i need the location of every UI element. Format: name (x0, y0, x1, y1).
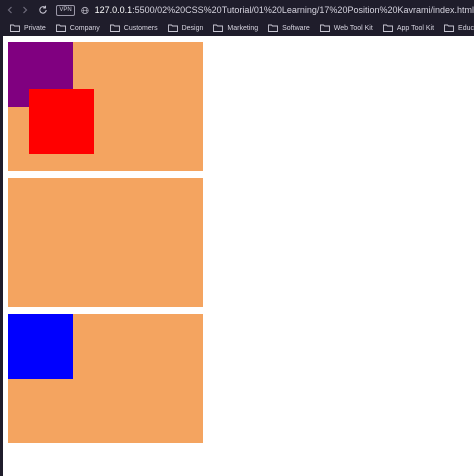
back-button[interactable] (4, 2, 15, 18)
chevron-right-icon (23, 6, 28, 14)
address-bar[interactable]: 127.0.0.1:5500/02%20CSS%20Tutorial/01%20… (95, 5, 474, 15)
bookmark-marketing[interactable]: Marketing (213, 24, 258, 32)
blue-square (8, 314, 73, 379)
bookmark-private[interactable]: Private (10, 24, 46, 32)
bookmark-software[interactable]: Software (268, 24, 310, 32)
page-content (0, 36, 474, 476)
bookmark-web-tool-kit[interactable]: Web Tool Kit (319, 24, 373, 32)
box-one (8, 42, 203, 171)
folder-icon (55, 24, 66, 32)
bookmarks-bar: Private Company Customers Design Marketing So… (0, 20, 474, 36)
box-two (8, 178, 203, 307)
reload-button[interactable] (37, 2, 48, 18)
red-square (29, 89, 94, 154)
folder-icon (167, 24, 178, 32)
url-host: 127.0.0.1 (94, 5, 133, 15)
bookmark-customers[interactable]: Customers (109, 24, 158, 32)
bookmark-company[interactable]: Company (55, 24, 100, 32)
vpn-badge[interactable]: VPN (56, 4, 75, 16)
globe-icon (81, 6, 89, 14)
bookmark-label: Company (69, 24, 100, 32)
reload-icon (38, 5, 47, 14)
bookmark-design[interactable]: Design (167, 24, 204, 32)
bookmark-label: App Tool Kit (396, 24, 435, 32)
folder-icon (213, 24, 224, 32)
folder-icon (109, 24, 120, 32)
chevron-left-icon (7, 6, 12, 14)
forward-button[interactable] (19, 2, 30, 18)
folder-icon (10, 24, 20, 32)
folder-icon (444, 24, 454, 32)
bookmark-app-tool-kit[interactable]: App Tool Kit (382, 24, 435, 32)
bookmark-label: Web Tool Kit (333, 24, 373, 32)
url-path: :5500/02%20CSS%20Tutorial/01%20Learning/… (132, 5, 474, 15)
bookmark-label: Software (282, 24, 310, 32)
bookmark-label: Marketing (227, 24, 259, 32)
box-three (8, 314, 203, 443)
bookmark-label: Customers (123, 24, 158, 32)
bookmark-education[interactable]: Education (444, 24, 474, 32)
folder-icon (382, 24, 393, 32)
bookmark-label: Private (24, 24, 46, 32)
folder-icon (319, 24, 330, 32)
folder-icon (268, 24, 279, 32)
bookmark-label: Education (458, 24, 474, 32)
browser-chrome: VPN 127.0.0.1:5500/02%20CSS%20Tutorial/0… (0, 0, 474, 36)
browser-toolbar: VPN 127.0.0.1:5500/02%20CSS%20Tutorial/0… (0, 0, 474, 20)
bookmark-label: Design (181, 24, 204, 32)
